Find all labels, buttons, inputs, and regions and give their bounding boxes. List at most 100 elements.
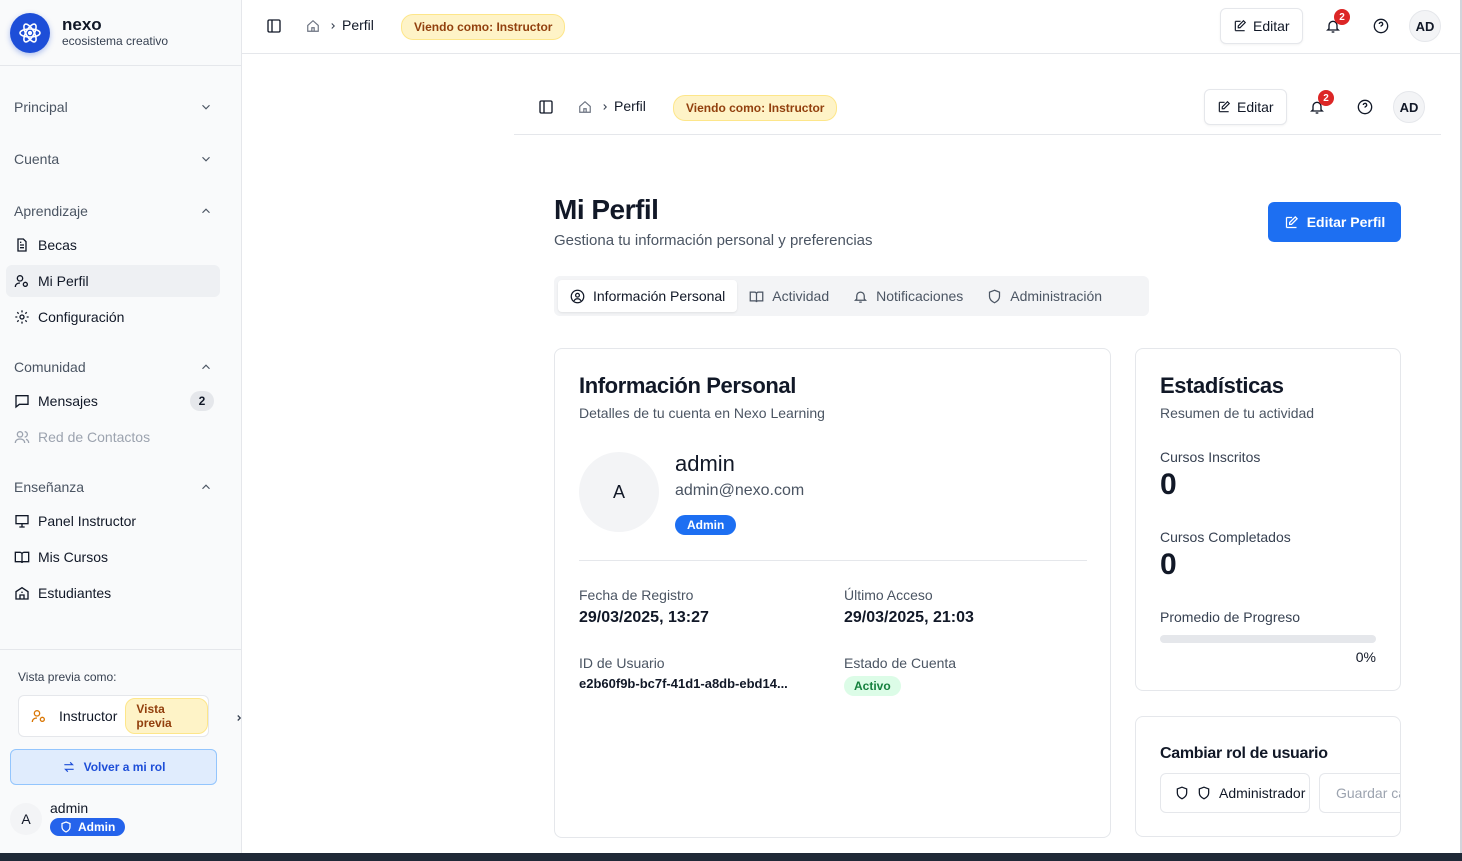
avatar: A [10,803,42,835]
nav-head-label: Principal [14,99,68,115]
profile-name: admin [675,451,735,476]
sidebar-item-estudiantes[interactable]: Estudiantes [6,577,220,609]
chevron-up-icon [202,208,210,214]
unread-badge: 2 [190,391,214,411]
preview-chip: Vista previa [125,698,208,734]
sidebar-item-mi-perfil[interactable]: Mi Perfil [6,265,220,297]
avatar: A [579,452,659,532]
user-id-value: e2b60f9b-bc7f-41d1-a8db-ebd14... [579,676,788,691]
sidebar-item-mensajes[interactable]: Mensajes 2 [6,385,220,417]
edit-button[interactable]: Editar [1220,8,1303,44]
sidebar-item-becas[interactable]: Becas [6,229,220,261]
shield-icon [989,289,1001,303]
user-id-label: ID de Usuario [579,655,665,671]
message-icon [14,393,30,409]
tab-label: Información Personal [593,288,726,304]
tab-notificaciones[interactable]: Notificaciones [841,280,975,312]
breadcrumb-current: Perfil [342,17,374,33]
chevron-right-icon[interactable] [234,710,244,728]
document-icon [14,237,30,253]
bottom-bar [0,853,1462,861]
nav-head-label: Aprendizaje [14,203,88,219]
sidebar-toggle-icon[interactable] [266,18,282,34]
progress-label: Promedio de Progreso [1160,609,1301,625]
edit-button[interactable]: Editar [1204,89,1287,125]
role-select[interactable]: Administrador [1160,773,1310,813]
shield-icon [61,821,71,833]
nav-section-ensenanza: Enseñanza Panel Instructor Mis Cursos Es… [0,471,241,613]
role-badge: Admin [675,515,737,535]
user-badge-label: Admin [78,820,116,834]
progress-bar [1160,635,1376,643]
user-role-badge: Admin [50,818,126,836]
sidebar-item-label: Mensajes [38,393,98,409]
notifications-button[interactable]: 2 [1309,90,1334,115]
sidebar-item-configuracion[interactable]: Configuración [6,301,220,333]
sidebar-item-label: Becas [38,237,77,253]
nav-head-principal[interactable]: Principal [0,91,241,123]
breadcrumb-separator-icon [328,20,338,32]
home-icon[interactable] [578,100,592,114]
home-icon[interactable] [306,19,320,33]
last-access-value: 29/03/2025, 21:03 [844,609,974,626]
sidebar-item-red-de-contactos[interactable]: Red de Contactos [6,421,220,453]
book-icon [14,549,30,565]
enrolled-courses-value: 0 [1160,468,1177,501]
sidebar-item-label: Panel Instructor [38,513,137,529]
atom-logo-icon [10,12,50,53]
sidebar-item-panel-instructor[interactable]: Panel Instructor [6,505,220,537]
current-user[interactable]: A admin Admin [10,800,126,838]
back-button-label: Volver a mi rol [83,760,166,774]
viewing-as-chip: Viendo como: Instructor [401,14,566,40]
tab-administracion[interactable]: Administración [975,280,1114,312]
gear-icon [14,309,30,325]
last-access-label: Último Acceso [844,587,933,603]
edit-icon [1234,19,1247,32]
book-open-icon [749,291,764,302]
card-subtitle: Detalles de tu cuenta en Nexo Learning [579,405,825,421]
personal-info-card: Información Personal Detalles de tu cuen… [554,348,1111,838]
enrolled-courses-label: Cursos Inscritos [1160,449,1261,465]
sidebar-item-label: Mis Cursos [38,549,109,565]
shield-icon [1198,786,1210,800]
help-icon[interactable] [1373,18,1389,34]
profile-tabs: Información Personal Actividad Notificac… [554,276,1149,316]
brand-name: nexo [62,15,102,34]
chevron-down-icon [202,156,210,162]
sidebar-toggle-icon[interactable] [538,99,554,115]
role-preview-panel: Vista previa como: Instructor Vista prev… [0,649,242,836]
card-title: Información Personal [579,373,796,398]
edit-icon [1285,215,1298,228]
users-icon [14,429,30,445]
help-icon[interactable] [1357,99,1373,115]
save-role-button[interactable]: Guardar cambio [1319,773,1400,813]
sidebar-item-mis-cursos[interactable]: Mis Cursos [6,541,220,573]
sidebar: nexo ecosistema creativo Principal Cuent… [0,0,242,853]
sidebar-item-label: Mi Perfil [38,273,89,289]
user-cog-icon [31,708,47,724]
completed-courses-label: Cursos Completados [1160,529,1291,545]
tab-informacion-personal[interactable]: Información Personal [558,280,738,312]
user-cog-icon [14,273,30,289]
chevron-down-icon [202,104,210,110]
notifications-button[interactable]: 2 [1325,9,1350,34]
tab-actividad[interactable]: Actividad [737,280,841,312]
breadcrumb-current: Perfil [614,98,646,114]
top-bar: Perfil Viendo como: Instructor Editar 2 … [242,0,1462,54]
user-avatar-button[interactable]: AD [1393,91,1425,123]
user-avatar-button[interactable]: AD [1409,10,1441,42]
presentation-icon [14,513,30,529]
edit-button-label: Editar [1253,18,1290,34]
tab-label: Actividad [772,288,830,304]
nav-head-comunidad[interactable]: Comunidad [0,351,241,383]
nav-head-ensenanza[interactable]: Enseñanza [0,471,241,503]
brand[interactable]: nexo ecosistema creativo [0,0,241,66]
tab-label: Notificaciones [876,288,964,304]
edit-profile-button[interactable]: Editar Perfil [1268,202,1401,242]
nav-head-cuenta[interactable]: Cuenta [0,143,241,175]
nav-head-label: Cuenta [14,151,60,167]
nav-head-aprendizaje[interactable]: Aprendizaje [0,195,241,227]
preview-role-select[interactable]: Instructor Vista previa [18,695,209,737]
notification-count-badge: 2 [1334,9,1350,25]
back-to-role-button[interactable]: Volver a mi rol [10,749,217,785]
